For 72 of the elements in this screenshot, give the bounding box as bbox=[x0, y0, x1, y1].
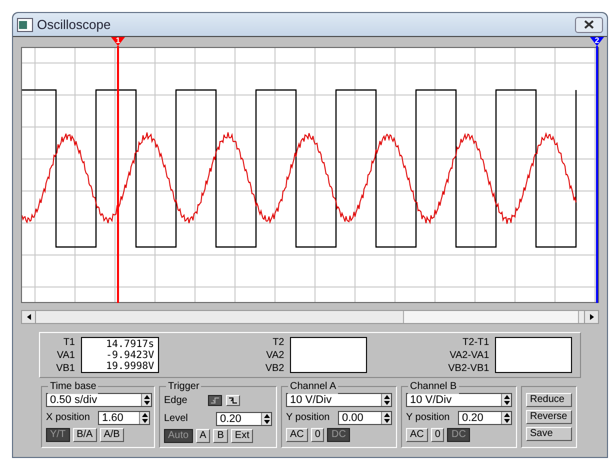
field-label: Level bbox=[164, 412, 189, 426]
field-label: Y position bbox=[406, 411, 451, 425]
scroll-left-button[interactable] bbox=[22, 311, 36, 323]
left-arrow-icon bbox=[26, 314, 30, 320]
spin-buttons[interactable] bbox=[381, 412, 391, 424]
spin-arrows-icon bbox=[142, 394, 152, 406]
toggle-button[interactable]: 0 bbox=[310, 428, 324, 442]
spin-buttons[interactable] bbox=[501, 394, 511, 406]
spin-arrows-icon bbox=[262, 412, 272, 424]
readout-label: T1 bbox=[63, 336, 75, 348]
scrollbar[interactable] bbox=[21, 310, 599, 324]
group-title: Channel A bbox=[288, 379, 338, 394]
spin-buttons[interactable] bbox=[139, 412, 149, 424]
readout-label: VA2 bbox=[266, 348, 284, 362]
toggle-button[interactable]: B bbox=[213, 429, 228, 443]
falling-edge-icon bbox=[228, 396, 238, 405]
field-label: Edge bbox=[164, 394, 188, 408]
toggle-button[interactable]: AC bbox=[286, 428, 308, 442]
spin-arrows-icon bbox=[502, 412, 512, 424]
app-icon bbox=[17, 18, 33, 32]
cursor-marker[interactable]: 2 bbox=[590, 37, 604, 46]
y-position-field[interactable]: 0.00 bbox=[338, 410, 392, 424]
rising-edge-icon bbox=[210, 396, 220, 405]
close-button[interactable] bbox=[575, 16, 603, 32]
spin-arrows-icon bbox=[382, 412, 392, 424]
group-title: Channel B bbox=[408, 379, 459, 394]
unit-label: s bbox=[148, 338, 154, 350]
spin-buttons[interactable] bbox=[261, 412, 271, 424]
readout-value: 14.7917 bbox=[105, 338, 148, 350]
readout-label: T2 bbox=[272, 336, 284, 348]
toggle-button[interactable]: Ext bbox=[230, 429, 254, 443]
spin-arrows-icon bbox=[140, 412, 150, 424]
scroll-thumb[interactable] bbox=[403, 311, 579, 323]
readout-value: 19.9998 bbox=[105, 360, 148, 372]
readout-label: VB2-VB1 bbox=[448, 362, 490, 374]
cursor-marker[interactable]: 1 bbox=[111, 37, 125, 46]
field-label: X position bbox=[46, 411, 91, 425]
volts-per-div-field[interactable]: 10 V/Div bbox=[406, 393, 512, 407]
close-icon bbox=[584, 20, 594, 29]
readout-label: VA1 bbox=[56, 348, 75, 362]
action-button[interactable]: Save bbox=[526, 427, 572, 441]
unit-label: V bbox=[148, 350, 154, 360]
y-position-field[interactable]: 0.20 bbox=[458, 410, 512, 424]
spin-buttons[interactable] bbox=[141, 394, 151, 406]
unit-label: V bbox=[148, 360, 154, 372]
volts-per-div-field[interactable]: 10 V/Div bbox=[286, 393, 392, 407]
toggle-button[interactable]: A bbox=[196, 429, 210, 443]
x-position-field[interactable]: 1.60 bbox=[98, 410, 150, 424]
readout-value: -9.9423 bbox=[105, 350, 148, 360]
group-title: Time base bbox=[48, 379, 98, 394]
readout-label: T2-T1 bbox=[462, 336, 490, 348]
scroll-right-button[interactable] bbox=[584, 311, 598, 323]
action-button[interactable]: Reduce bbox=[526, 393, 572, 407]
right-arrow-icon bbox=[590, 314, 594, 320]
spin-buttons[interactable] bbox=[501, 412, 511, 424]
readout-label: VA2-VA1 bbox=[450, 348, 490, 362]
timebase-field[interactable]: 0.50 s/div bbox=[46, 393, 152, 407]
window-title: Oscilloscope bbox=[37, 16, 112, 34]
readout-label: VB2 bbox=[265, 362, 284, 374]
edge-button[interactable] bbox=[208, 395, 222, 406]
trigger-level-field[interactable]: 0.20 bbox=[216, 412, 272, 426]
toggle-button[interactable]: 0 bbox=[430, 428, 444, 442]
group-title: Trigger bbox=[166, 379, 202, 394]
spin-buttons[interactable] bbox=[381, 394, 391, 406]
spin-arrows-icon bbox=[502, 394, 512, 406]
toggle-button[interactable]: AC bbox=[406, 428, 428, 442]
toggle-button[interactable]: A/B bbox=[100, 428, 124, 442]
readout-label: VB1 bbox=[56, 362, 75, 374]
spin-arrows-icon bbox=[382, 394, 392, 406]
field-label: Y position bbox=[286, 411, 331, 425]
toggle-button[interactable]: B/A bbox=[72, 428, 97, 442]
action-button[interactable]: Reverse bbox=[526, 410, 572, 424]
